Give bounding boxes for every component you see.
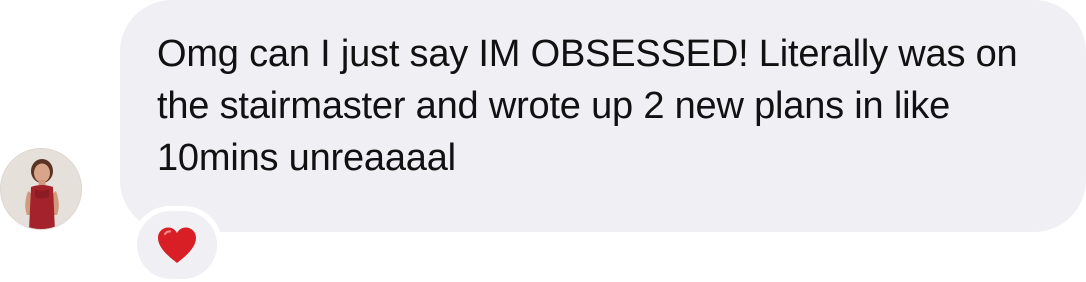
avatar[interactable]: [0, 148, 82, 230]
message-bubble[interactable]: Omg can I just say IM OBSESSED! Literall…: [120, 0, 1086, 232]
message-text: Omg can I just say IM OBSESSED! Literall…: [157, 33, 1018, 179]
reaction-badge-inner: [137, 211, 217, 279]
reaction-badge[interactable]: [132, 206, 222, 282]
heart-icon: [158, 227, 196, 263]
avatar-photo: [1, 149, 81, 229]
